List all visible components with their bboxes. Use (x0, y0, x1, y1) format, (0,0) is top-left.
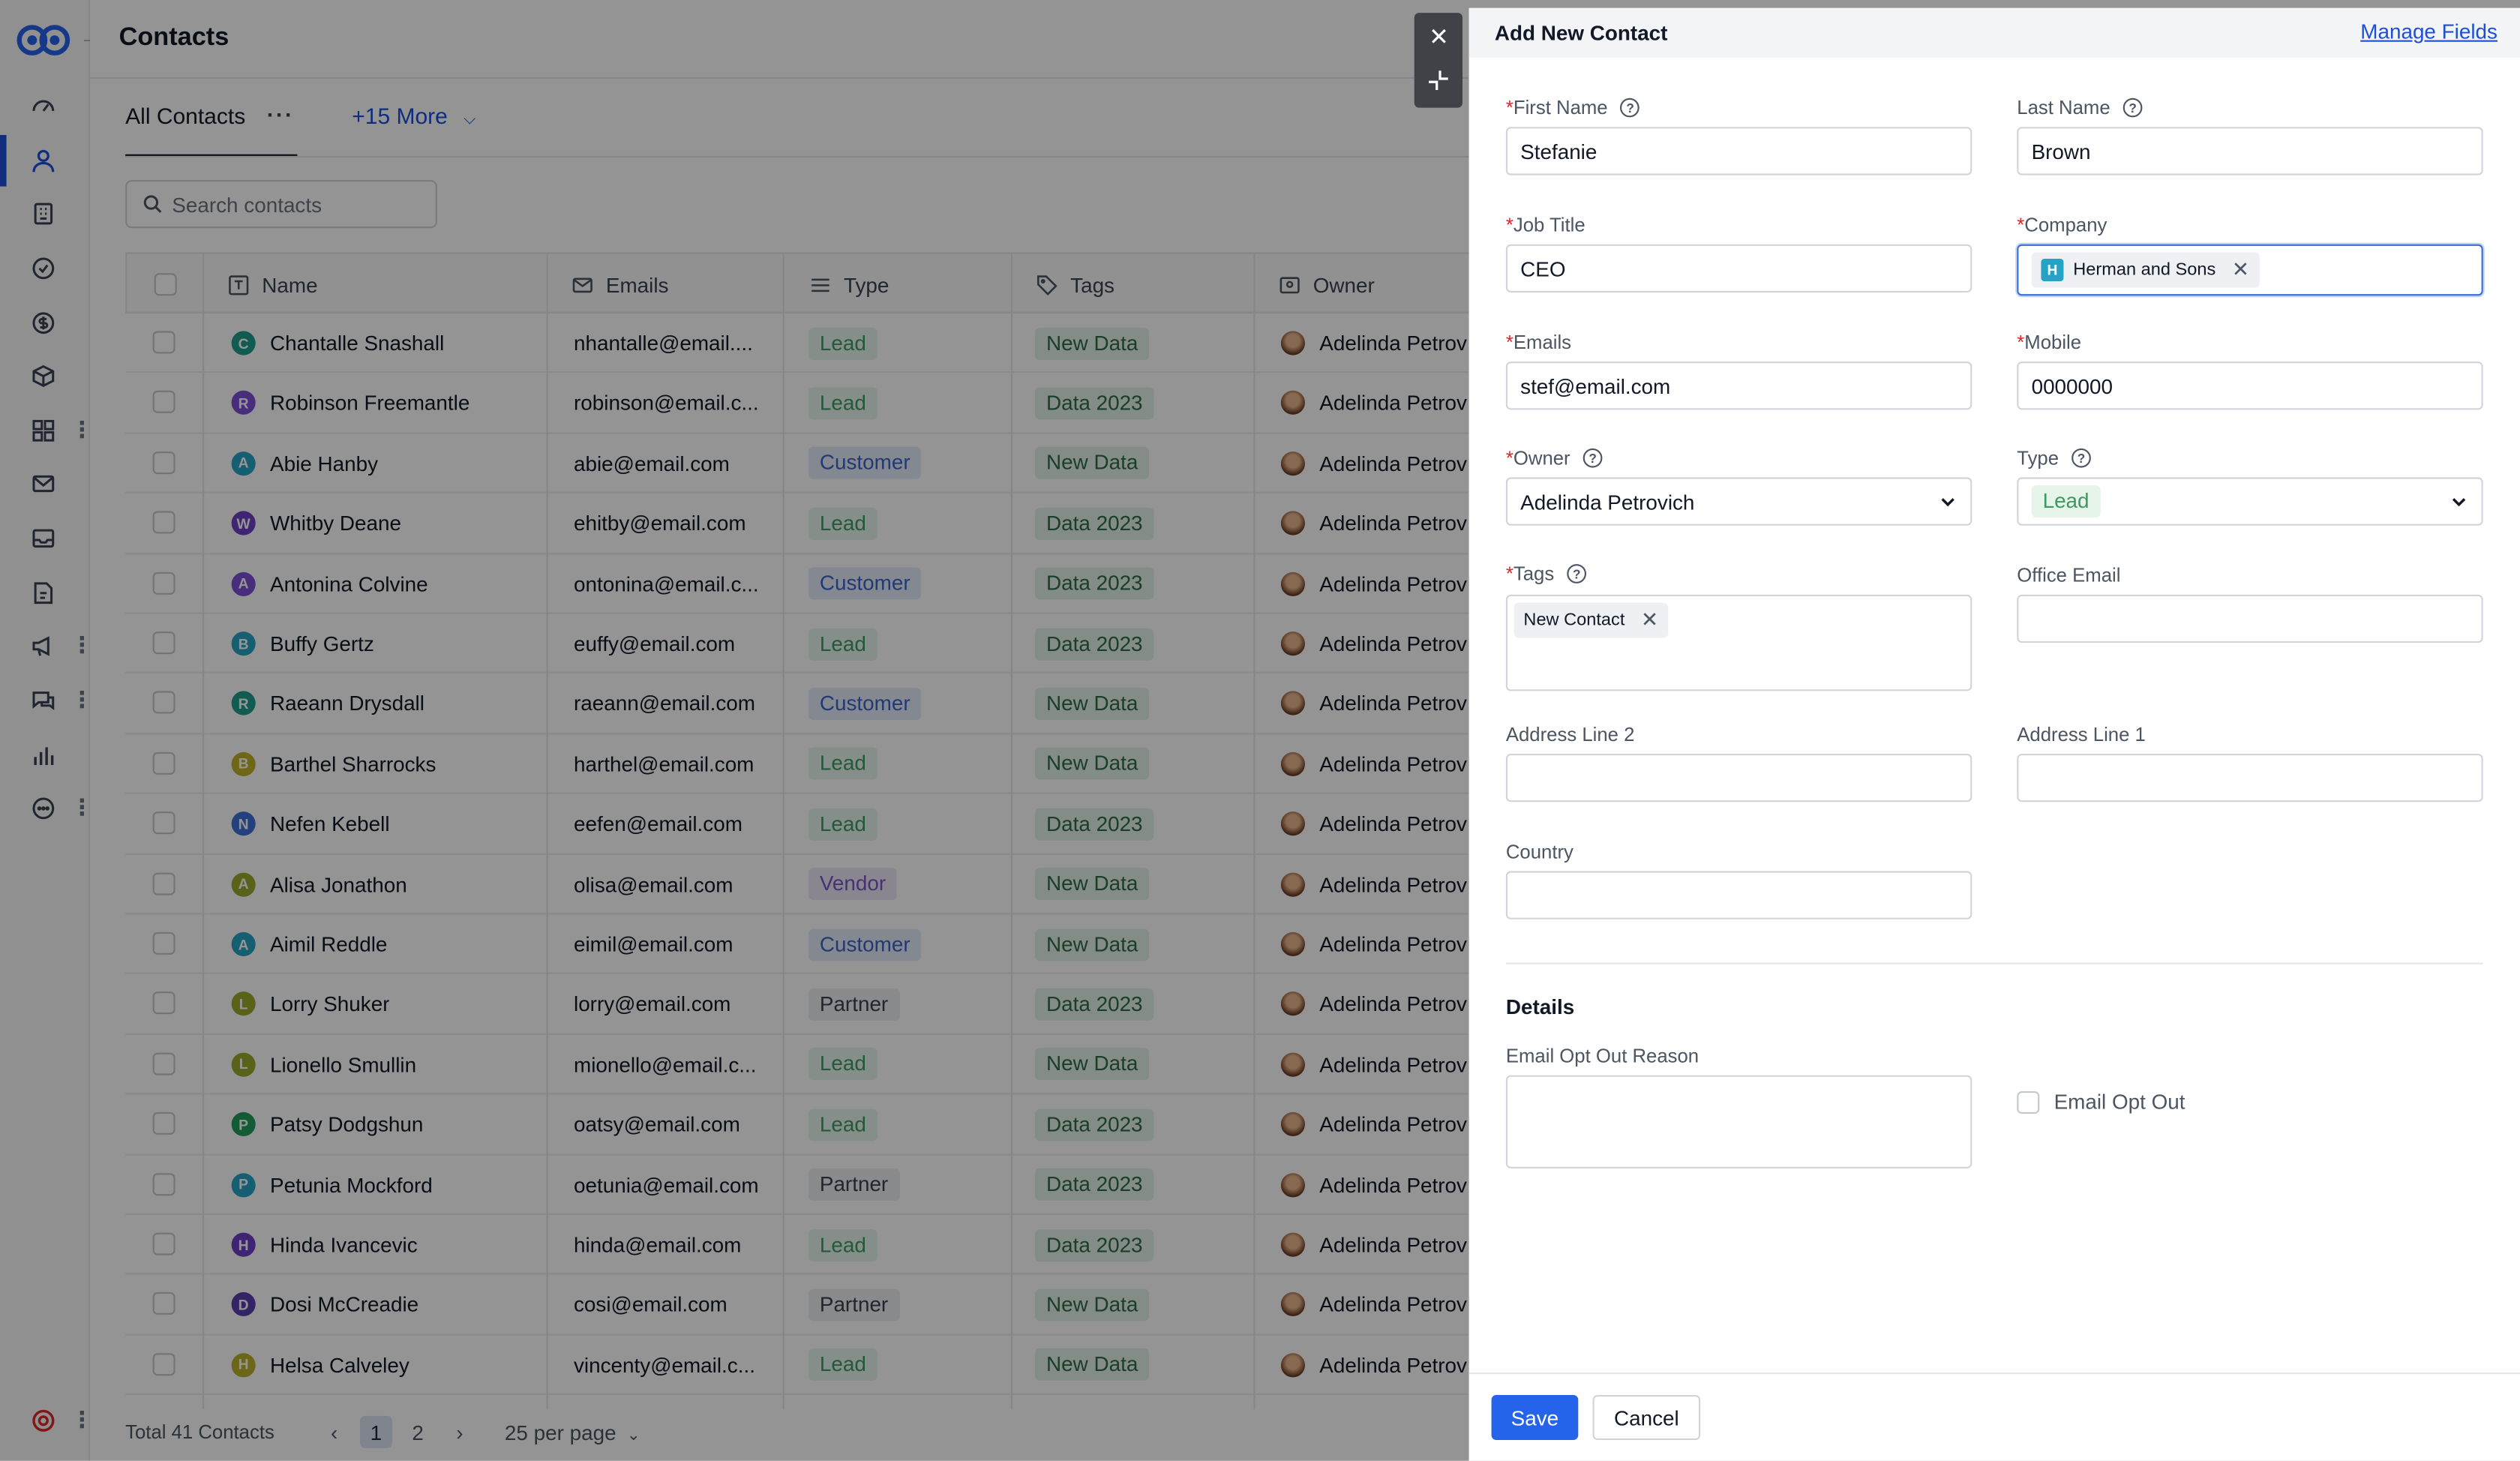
email-opt-out-label: Email Opt Out (2054, 1090, 2186, 1114)
required-marker: * (1505, 331, 1514, 354)
opt-out-reason-field[interactable] (1505, 1075, 1972, 1168)
panel-header: Add New Contact Manage Fields (1468, 8, 2520, 58)
owner-select-value: Adelinda Petrovich (1520, 489, 1695, 514)
emails-field[interactable] (1505, 362, 1972, 410)
office-email-input[interactable] (2031, 606, 2482, 632)
cancel-button[interactable]: Cancel (1592, 1395, 1701, 1440)
required-marker: * (2017, 214, 2025, 236)
mobile-field[interactable] (2017, 362, 2483, 410)
address-line-2-label: Address Line 2 (1506, 723, 1635, 746)
company-initial-badge: H (2041, 259, 2064, 281)
first-name-label-text: First Name (1513, 96, 1608, 119)
country-input[interactable] (1520, 883, 1971, 908)
office-email-label: Office Email (2017, 564, 2120, 586)
type-select-value: Lead (2031, 485, 2101, 518)
address-line-1-field[interactable] (2017, 753, 2483, 802)
first-name-input[interactable] (1520, 139, 1971, 164)
office-email-label-text: Office Email (2017, 564, 2121, 587)
first-name-label: * First Name? (1506, 97, 1640, 119)
job-title-label: * Job Title (1506, 214, 1586, 236)
help-icon[interactable]: ? (1620, 98, 1640, 118)
address-line-2-field[interactable] (1505, 753, 1972, 802)
help-icon[interactable]: ? (2122, 98, 2143, 118)
email-opt-out-checkbox[interactable] (2017, 1091, 2040, 1114)
tags-label-text: Tags (1513, 562, 1555, 585)
email-opt-out-label-text: Email Opt Out (2054, 1089, 2186, 1114)
company-label-text: Company (2024, 214, 2108, 236)
chevron-down-icon (2452, 498, 2466, 507)
owner-select[interactable]: Adelinda Petrovich (1505, 477, 1972, 526)
address-line-1-label: Address Line 1 (2017, 723, 2146, 746)
emails-label-text: Emails (1513, 331, 1572, 354)
tag-chip: New Contact ✕ (1514, 602, 1669, 638)
panel-title: Add New Contact (1494, 20, 1668, 46)
required-marker: * (1505, 562, 1514, 585)
owner-label-text: Owner (1513, 446, 1570, 470)
emails-input[interactable] (1520, 374, 1971, 398)
country-label: Country (1506, 841, 1574, 863)
help-icon[interactable]: ? (2072, 448, 2091, 468)
required-marker: * (1505, 214, 1514, 236)
job-title-field[interactable] (1505, 244, 1972, 292)
tag-chip-label: New Contact (1523, 610, 1625, 630)
job-title-input[interactable] (1520, 256, 1971, 280)
last-name-input[interactable] (2031, 139, 2482, 164)
address-line-2-input[interactable] (1520, 766, 1971, 790)
panel-controls: ✕ (1414, 13, 1462, 108)
last-name-label-text: Last Name (2017, 96, 2110, 119)
required-marker: * (1505, 446, 1514, 470)
opt-out-reason-label: Email Opt Out Reason (1506, 1045, 1699, 1067)
company-chip-label: Herman and Sons (2073, 260, 2216, 280)
mobile-label: * Mobile (2017, 331, 2081, 353)
close-icon[interactable]: ✕ (1429, 22, 1449, 51)
section-divider (1505, 962, 2483, 964)
tags-label: * Tags? (1505, 562, 1587, 585)
opt-out-reason-label-text: Email Opt Out Reason (1505, 1044, 1700, 1067)
chevron-down-icon (1941, 498, 1954, 507)
company-field[interactable]: H Herman and Sons ✕ (2017, 244, 2483, 296)
details-section-title: Details (1505, 994, 1575, 1019)
expand-icon[interactable] (1427, 69, 1450, 92)
job-title-label-text: Job Title (1513, 214, 1586, 236)
panel-footer-divider (1468, 1372, 2520, 1375)
help-icon[interactable]: ? (1582, 448, 1603, 468)
owner-label: * Owner? (1506, 447, 1603, 470)
country-label-text: Country (1505, 840, 1574, 863)
country-field[interactable] (1505, 871, 1972, 920)
remove-chip-icon[interactable]: ✕ (2232, 257, 2249, 283)
mobile-input[interactable] (2031, 374, 2482, 398)
tags-field[interactable]: New Contact ✕ (1505, 594, 1972, 692)
last-name-label: Last Name? (2017, 96, 2143, 119)
last-name-field[interactable] (2017, 127, 2483, 176)
address-line-2-label-text: Address Line 2 (1505, 723, 1635, 746)
mobile-label-text: Mobile (2024, 331, 2082, 354)
address-line-1-label-text: Address Line 1 (2017, 723, 2146, 746)
required-marker: * (1505, 96, 1514, 119)
address-line-1-input[interactable] (2031, 766, 2482, 790)
type-select[interactable]: Lead (2017, 477, 2483, 526)
first-name-field[interactable] (1505, 127, 1972, 176)
company-chip: H Herman and Sons ✕ (2031, 252, 2259, 288)
help-icon[interactable]: ? (1567, 564, 1587, 584)
manage-fields-link[interactable]: Manage Fields (2360, 20, 2498, 44)
office-email-field[interactable] (2017, 594, 2483, 644)
required-marker: * (2017, 331, 2025, 354)
remove-chip-icon[interactable]: ✕ (1641, 608, 1658, 633)
emails-label: * Emails (1506, 331, 1571, 353)
save-button[interactable]: Save (1491, 1395, 1579, 1440)
type-label-text: Type (2017, 446, 2060, 470)
company-label: * Company (2017, 214, 2107, 236)
add-contact-panel: Add New Contact Manage Fields * First Nam… (1468, 8, 2520, 1461)
type-label: Type? (2017, 447, 2091, 470)
